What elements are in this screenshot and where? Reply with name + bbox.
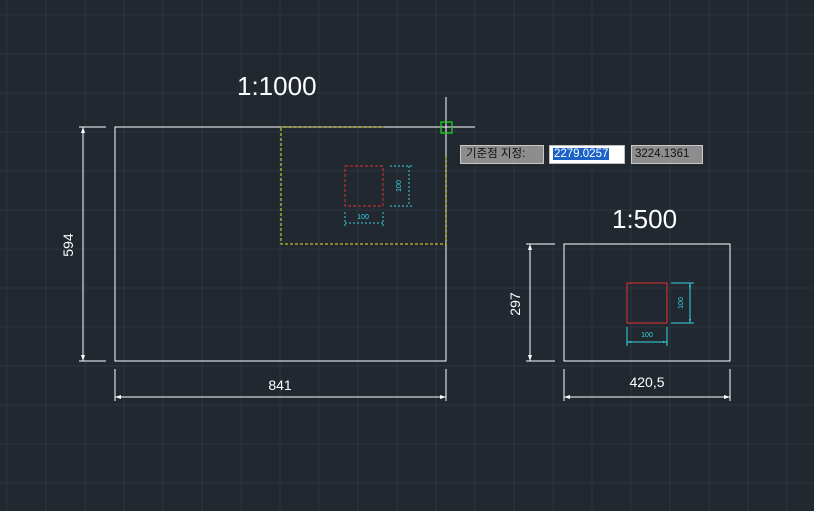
right-sheet-border[interactable]	[563, 243, 731, 362]
right-scale-label: 1:500	[612, 204, 677, 234]
right-height-dimension-text: 297	[507, 292, 523, 316]
right-width-dimension-text: 420,5	[629, 374, 664, 390]
prompt-label: 기준점 지정:	[460, 145, 544, 164]
y-coordinate-input[interactable]: 3224.1361	[631, 145, 703, 164]
red-box[interactable]	[626, 282, 668, 324]
preview-red-box	[344, 165, 384, 207]
preview-box-height-text: 100	[396, 180, 403, 192]
grid	[0, 0, 814, 511]
move-preview-rectangle	[280, 126, 447, 245]
x-coordinate-value: 2279.0257	[553, 148, 610, 160]
preview-box-width-text: 100	[357, 214, 369, 221]
left-sheet[interactable]: 1:1000 594 841 100 100	[60, 71, 475, 401]
dynamic-input-prompt[interactable]: 기준점 지정: 2279.0257 3224.1361	[460, 145, 703, 164]
left-scale-label: 1:1000	[237, 71, 317, 101]
right-sheet[interactable]: 1:500 297 420,5 100 100	[507, 204, 731, 401]
left-height-dimension-text: 594	[60, 233, 76, 257]
left-width-dimension-text: 841	[268, 377, 292, 393]
box-width-text: 100	[641, 332, 653, 339]
x-coordinate-input[interactable]: 2279.0257	[549, 145, 625, 164]
drawing-canvas[interactable]: 1:1000 594 841 100 100 1:500 297 420,5 1…	[0, 0, 814, 511]
box-height-text: 100	[678, 297, 685, 309]
